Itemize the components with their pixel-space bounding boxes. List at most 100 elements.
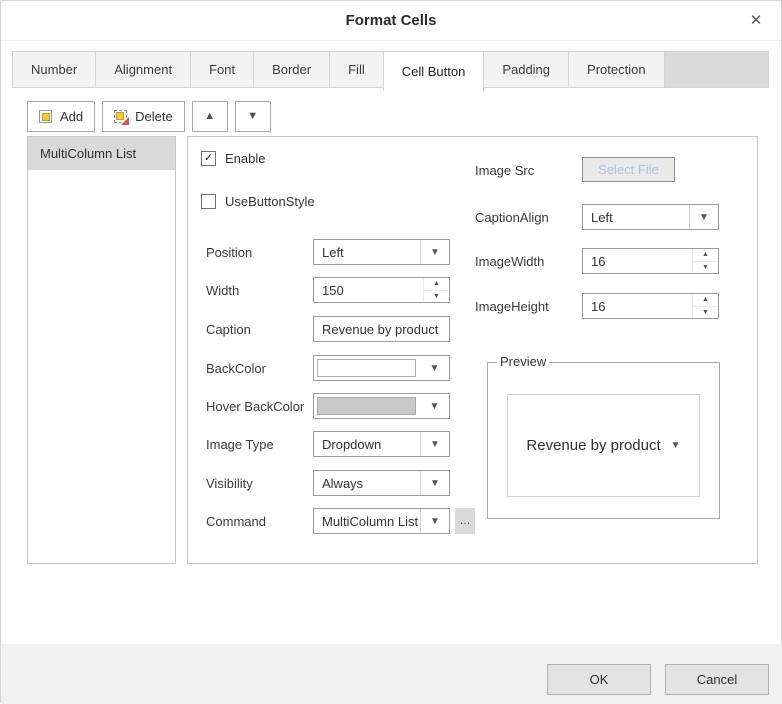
list-item-label: MultiColumn List — [40, 146, 136, 161]
visibility-value: Always — [314, 471, 420, 495]
caption-align-value: Left — [583, 205, 689, 229]
enable-checkbox[interactable]: ✓ — [201, 151, 216, 166]
image-type-value: Dropdown — [314, 432, 420, 456]
image-height-input[interactable] — [583, 294, 692, 318]
hover-backcolor-picker[interactable]: ▼ — [313, 393, 450, 419]
visibility-label: Visibility — [206, 476, 253, 491]
tab-protection[interactable]: Protection — [569, 52, 665, 87]
image-width-input[interactable] — [583, 249, 692, 273]
add-cell-icon — [39, 110, 52, 123]
list-item-multicolumn-list[interactable]: MultiColumn List — [28, 137, 175, 170]
backcolor-swatch — [317, 359, 416, 377]
arrow-down-icon: ▼ — [247, 111, 258, 122]
chevron-down-icon: ▼ — [699, 212, 709, 223]
position-dropdown-arrow-button[interactable]: ▼ — [420, 240, 449, 264]
chevron-down-icon: ▼ — [430, 401, 440, 412]
image-width-label: ImageWidth — [475, 254, 544, 269]
command-label: Command — [206, 514, 266, 529]
image-width-spinner: ▲ ▼ — [582, 248, 719, 274]
delete-button[interactable]: Delete — [102, 101, 185, 132]
preview-cell-button[interactable]: Revenue by product ▼ — [507, 394, 700, 497]
chevron-down-icon: ▼ — [430, 439, 440, 450]
chevron-down-icon: ▼ — [430, 478, 440, 489]
tab-alignment[interactable]: Alignment — [96, 52, 191, 87]
delete-button-label: Delete — [135, 109, 173, 124]
select-file-button[interactable]: Select File — [582, 157, 675, 182]
image-width-spin-down-button[interactable]: ▼ — [693, 262, 718, 274]
image-height-spin-down-button[interactable]: ▼ — [693, 307, 718, 319]
spin-down-icon: ▼ — [702, 264, 709, 271]
preview-group-legend: Preview — [497, 354, 549, 369]
usebuttonstyle-checkbox[interactable] — [201, 194, 216, 209]
titlebar: Format Cells ✕ — [1, 1, 781, 41]
cancel-button[interactable]: Cancel — [665, 664, 769, 695]
image-height-spin-up-button[interactable]: ▲ — [693, 294, 718, 307]
tab-cell-button[interactable]: Cell Button — [383, 51, 485, 91]
ok-button[interactable]: OK — [547, 664, 651, 695]
close-button[interactable]: ✕ — [745, 10, 767, 32]
caption-field — [313, 316, 450, 342]
image-width-spin-buttons: ▲ ▼ — [692, 249, 718, 273]
position-label: Position — [206, 245, 252, 260]
command-dropdown[interactable]: MultiColumn List ▼ — [313, 508, 450, 534]
cell-button-list: MultiColumn List — [27, 136, 176, 564]
spin-down-icon: ▼ — [702, 309, 709, 316]
chevron-down-icon: ▼ — [430, 363, 440, 374]
width-input[interactable] — [314, 278, 423, 302]
tab-strip-filler — [665, 52, 768, 87]
usebuttonstyle-label: UseButtonStyle — [225, 194, 315, 209]
image-type-dropdown[interactable]: Dropdown ▼ — [313, 431, 450, 457]
visibility-dropdown-arrow-button[interactable]: ▼ — [420, 471, 449, 495]
image-width-spin-up-button[interactable]: ▲ — [693, 249, 718, 262]
caption-align-dropdown-arrow-button[interactable]: ▼ — [689, 205, 718, 229]
width-spinner: ▲ ▼ — [313, 277, 450, 303]
preview-dropdown-icon: ▼ — [671, 440, 681, 451]
settings-panel: ✓ Enable UseButtonStyle Position Left ▼ … — [187, 136, 758, 564]
visibility-dropdown[interactable]: Always ▼ — [313, 470, 450, 496]
tab-font[interactable]: Font — [191, 52, 254, 87]
preview-caption: Revenue by product — [526, 437, 660, 454]
dialog-title: Format Cells — [1, 1, 781, 41]
backcolor-dropdown-arrow-button[interactable]: ▼ — [420, 356, 449, 380]
width-spin-buttons: ▲ ▼ — [423, 278, 449, 302]
width-spin-down-button[interactable]: ▼ — [424, 291, 449, 303]
width-label: Width — [206, 283, 239, 298]
tab-number[interactable]: Number — [13, 52, 96, 87]
arrow-up-icon: ▲ — [204, 111, 215, 122]
command-dropdown-arrow-button[interactable]: ▼ — [420, 509, 449, 533]
delete-cell-icon — [114, 110, 127, 123]
hover-backcolor-dropdown-arrow-button[interactable]: ▼ — [420, 394, 449, 418]
spin-up-icon: ▲ — [702, 251, 709, 258]
hover-backcolor-label: Hover BackColor — [206, 399, 304, 414]
command-more-button[interactable]: … — [455, 508, 475, 534]
image-type-dropdown-arrow-button[interactable]: ▼ — [420, 432, 449, 456]
caption-label: Caption — [206, 322, 251, 337]
move-down-button[interactable]: ▼ — [235, 101, 271, 132]
check-icon: ✓ — [204, 153, 213, 164]
tab-fill[interactable]: Fill — [330, 52, 384, 87]
spin-up-icon: ▲ — [433, 280, 440, 287]
preview-group: Preview Revenue by product ▼ — [487, 362, 720, 519]
spin-up-icon: ▲ — [702, 296, 709, 303]
tab-strip: Number Alignment Font Border Fill Cell B… — [12, 51, 769, 88]
add-button[interactable]: Add — [27, 101, 95, 132]
caption-input[interactable] — [314, 317, 449, 341]
caption-align-dropdown[interactable]: Left ▼ — [582, 204, 719, 230]
tab-border[interactable]: Border — [254, 52, 330, 87]
caption-align-label: CaptionAlign — [475, 210, 549, 225]
enable-label: Enable — [225, 151, 265, 166]
position-dropdown[interactable]: Left ▼ — [313, 239, 450, 265]
move-up-button[interactable]: ▲ — [192, 101, 228, 132]
image-height-label: ImageHeight — [475, 299, 549, 314]
image-type-label: Image Type — [206, 437, 274, 452]
usebuttonstyle-checkbox-row: UseButtonStyle — [201, 194, 315, 209]
tab-padding[interactable]: Padding — [484, 52, 569, 87]
width-spin-up-button[interactable]: ▲ — [424, 278, 449, 291]
image-src-label: Image Src — [475, 163, 534, 178]
position-value: Left — [314, 240, 420, 264]
enable-checkbox-row: ✓ Enable — [201, 151, 265, 166]
close-icon: ✕ — [750, 12, 763, 29]
backcolor-label: BackColor — [206, 361, 266, 376]
hover-backcolor-swatch — [317, 397, 416, 415]
backcolor-picker[interactable]: ▼ — [313, 355, 450, 381]
